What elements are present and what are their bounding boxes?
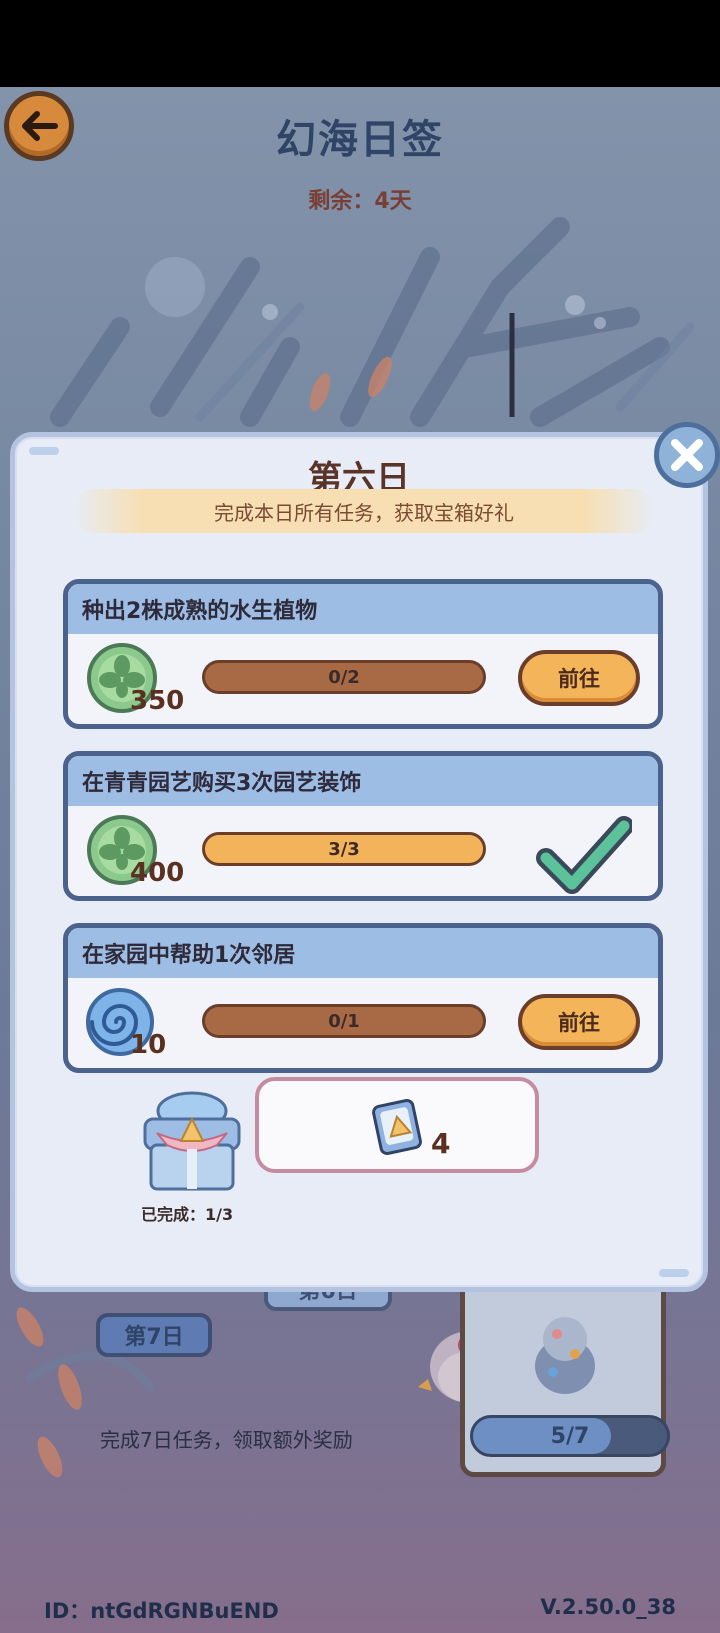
task-title: 在青青园艺购买3次园艺装饰	[68, 756, 658, 806]
task-progress-text: 3/3	[328, 838, 360, 860]
task-progress-text: 0/2	[328, 666, 360, 688]
task-card: 种出2株成熟的水生植物 350 0/2 前往	[63, 579, 663, 729]
task-card: 在青青园艺购买3次园艺装饰 400 3/3	[63, 751, 663, 901]
treasure-chest-icon[interactable]	[137, 1089, 247, 1193]
shell-scroll-icon	[372, 1098, 422, 1156]
corner-decoration	[659, 1269, 689, 1277]
task-card: 在家园中帮助1次邻居 10 0/1 前往	[63, 923, 663, 1073]
task-progress-bar: 3/3	[202, 832, 486, 866]
day-7-tab[interactable]: 第7日	[96, 1313, 212, 1357]
checkmark-icon	[536, 816, 632, 894]
chest-progress-text: 已完成：1/3	[141, 1205, 234, 1224]
go-button[interactable]: 前往	[518, 994, 640, 1050]
bonus-description: 完成7日任务，领取额外奖励	[100, 1428, 353, 1452]
close-button[interactable]	[654, 422, 720, 488]
chest-reward-box: 4	[255, 1077, 539, 1173]
seashell-trophy-icon	[535, 1317, 595, 1394]
task-title: 种出2株成熟的水生植物	[68, 584, 658, 634]
task-title: 在家园中帮助1次邻居	[68, 928, 658, 978]
bonus-progress-text: 5/7	[550, 1423, 590, 1449]
player-id: ID：ntGdRGNBuEND	[44, 1599, 279, 1623]
task-progress-text: 0/1	[328, 1010, 360, 1032]
go-button[interactable]: 前往	[518, 650, 640, 706]
close-icon	[671, 439, 703, 471]
version-label: V.2.50.0_38	[540, 1595, 676, 1619]
task-progress-bar: 0/2	[202, 660, 486, 694]
task-progress-bar: 0/1	[202, 1004, 486, 1038]
reward-amount: 10	[130, 1030, 167, 1060]
reward-amount: 350	[130, 686, 185, 716]
reward-amount: 400	[130, 858, 185, 888]
remaining-days: 剩余：4天	[308, 189, 412, 214]
page-title: 幻海日签	[276, 117, 444, 163]
daily-task-modal: 第六日 完成本日所有任务，获取宝箱好礼 种出2株成熟的水生植物 350 0/2 …	[10, 432, 708, 1292]
status-bar	[0, 0, 720, 87]
bonus-progress-bar: 5/7	[470, 1415, 670, 1457]
modal-banner: 完成本日所有任务，获取宝箱好礼	[73, 489, 655, 533]
reward-count: 4	[431, 1127, 451, 1160]
